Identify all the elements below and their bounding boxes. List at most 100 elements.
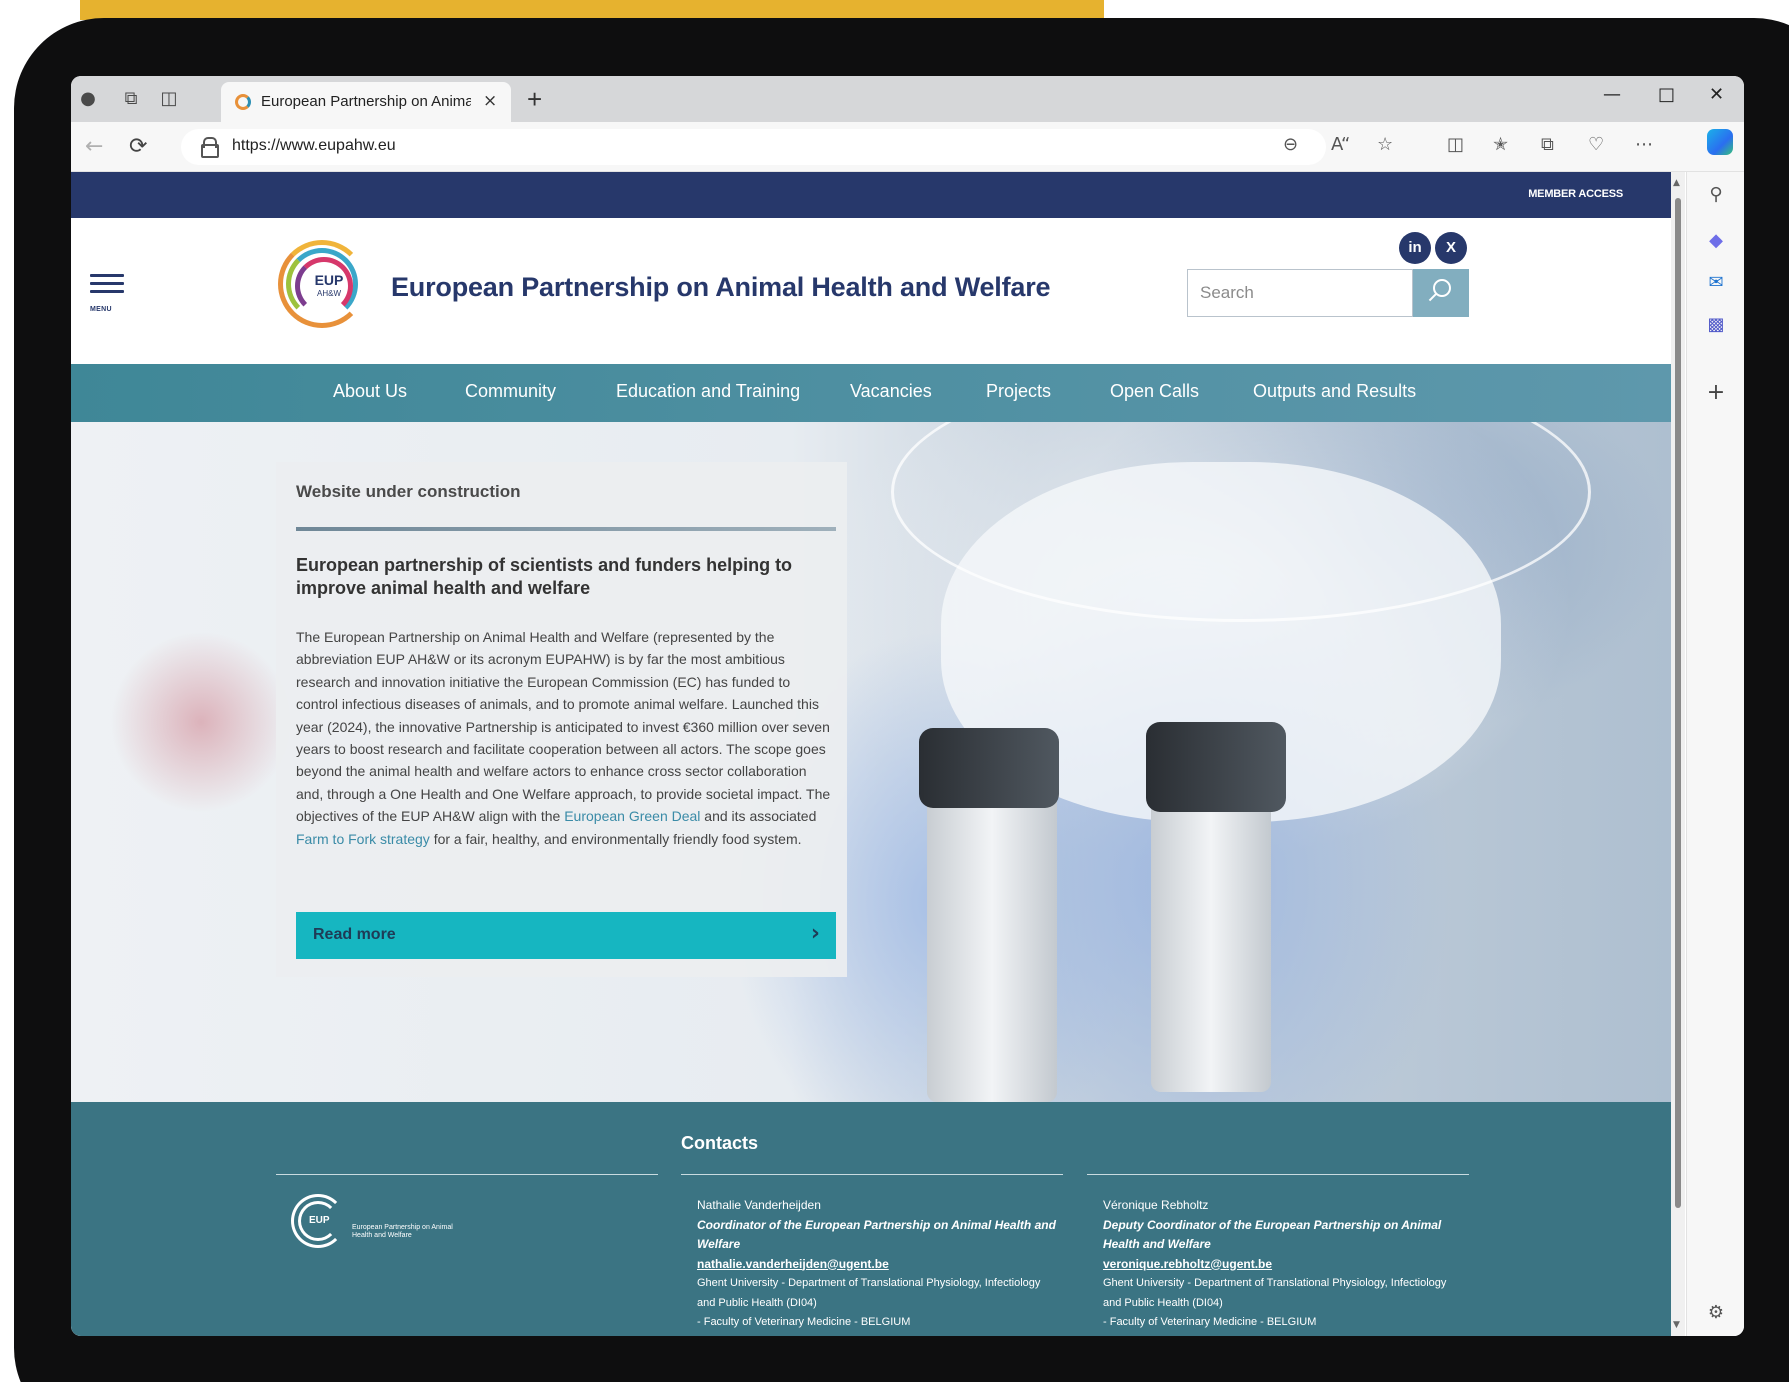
page-scrollbar[interactable]: ▲ ▼ <box>1671 172 1685 1336</box>
x-twitter-icon[interactable]: X <box>1435 232 1467 264</box>
site-title: European Partnership on Animal Health an… <box>391 272 1051 302</box>
page-viewport: MEMBER ACCESS MENU EUP AH&W European Part… <box>71 172 1686 1336</box>
card-title: European partnership of scientists and f… <box>296 555 793 598</box>
site-logo[interactable]: EUP AH&W <box>278 240 366 328</box>
footer-divider <box>276 1174 658 1175</box>
maximize-icon[interactable]: □ <box>1658 84 1675 105</box>
sidebar-settings-icon[interactable]: ⚙ <box>1705 1302 1727 1324</box>
logo-main-text: EUP <box>314 272 344 288</box>
yellow-background-strip <box>80 0 1104 20</box>
minimize-icon[interactable]: — <box>1603 84 1621 105</box>
edge-sidebar: ⚲ ◆ ✉ ▩ + ⚙ <box>1686 172 1744 1336</box>
url-field[interactable]: https://www.eupahw.eu <box>181 129 1326 165</box>
scrollbar-thumb[interactable] <box>1675 198 1681 1208</box>
more-options-icon[interactable]: ⋯ <box>1635 134 1653 155</box>
main-navigation: About Us Community Education and Trainin… <box>71 364 1671 422</box>
hamburger-bar <box>90 282 124 285</box>
read-aloud-icon[interactable]: A“ <box>1331 134 1350 155</box>
zoom-out-icon[interactable]: ⊖ <box>1283 134 1298 155</box>
contact-role: Coordinator of the European Partnership … <box>697 1217 1056 1252</box>
card-body-mid: and its associated <box>700 808 817 825</box>
split-screen-icon[interactable]: ◫ <box>1447 134 1464 155</box>
nav-open-calls[interactable]: Open Calls <box>1110 381 1199 402</box>
contact-name: Nathalie Vanderheijden <box>697 1198 821 1212</box>
scroll-up-arrow-icon[interactable]: ▲ <box>1673 178 1680 188</box>
contact-role: Deputy Coordinator of the European Partn… <box>1103 1217 1442 1252</box>
search-icon <box>1433 279 1451 297</box>
favorites-list-icon[interactable]: ✭ <box>1493 134 1508 155</box>
contact-block-deputy: Véronique Rebholtz Deputy Coordinator of… <box>1103 1196 1463 1333</box>
eyepiece-right-cap <box>1146 722 1286 812</box>
footer-divider <box>681 1174 1063 1175</box>
contact-faculty: - Faculty of Veterinary Medicine - BELGI… <box>697 1316 911 1328</box>
vertical-tabs-icon[interactable]: ◫ <box>157 87 181 111</box>
tab-title: European Partnership on Animal Health an… <box>261 93 471 110</box>
hamburger-bar <box>90 290 124 293</box>
site-favicon-icon <box>235 94 251 110</box>
browser-essentials-icon[interactable]: ♡ <box>1588 134 1604 155</box>
url-text: https://www.eupahw.eu <box>232 137 396 154</box>
add-sidebar-app-icon[interactable]: + <box>1705 382 1727 404</box>
back-arrow-icon[interactable]: ← <box>85 134 103 159</box>
scroll-down-arrow-icon[interactable]: ▼ <box>1673 1320 1680 1330</box>
nav-vacancies[interactable]: Vacancies <box>850 381 932 402</box>
site-footer: Contacts EUP European Partnership on Ani… <box>71 1102 1671 1336</box>
card-divider <box>296 527 836 531</box>
contact-faculty: - Faculty of Veterinary Medicine - BELGI… <box>1103 1316 1317 1328</box>
eyepiece-left-tube <box>927 762 1057 1102</box>
footer-logo[interactable]: EUP <box>291 1194 345 1248</box>
menu-label: MENU <box>90 306 112 313</box>
footer-logo-text: European Partnership on Animal Health an… <box>352 1224 453 1239</box>
new-tab-button[interactable]: + <box>527 84 542 115</box>
european-green-deal-link[interactable]: European Green Deal <box>564 808 700 824</box>
hero-banner: Website under construction European part… <box>71 422 1671 1102</box>
linkedin-icon[interactable]: in <box>1399 232 1431 264</box>
contact-affiliation: Ghent University - Department of Transla… <box>697 1277 1041 1309</box>
site-search-button[interactable] <box>1413 269 1469 317</box>
menu-button[interactable]: MENU <box>90 274 124 316</box>
workspaces-icon[interactable]: ⧉ <box>119 87 143 111</box>
nav-education-and-training[interactable]: Education and Training <box>616 381 800 402</box>
nav-about-us[interactable]: About Us <box>333 381 407 402</box>
nav-outputs-and-results[interactable]: Outputs and Results <box>1253 381 1416 402</box>
sidebar-copilot-icon[interactable]: ◆ <box>1705 230 1727 252</box>
lock-icon[interactable] <box>201 137 219 158</box>
profile-icon[interactable]: ● <box>76 87 100 111</box>
top-utility-bar: MEMBER ACCESS <box>71 172 1671 218</box>
favorite-star-icon[interactable]: ☆ <box>1377 134 1393 155</box>
card-body-intro: The European Partnership on Animal Healt… <box>296 629 831 825</box>
nav-projects[interactable]: Projects <box>986 381 1051 402</box>
contact-email-link[interactable]: nathalie.vanderheijden@ugent.be <box>697 1255 1057 1275</box>
refresh-icon[interactable]: ⟳ <box>129 134 147 159</box>
browser-window: ● ⧉ ◫ European Partnership on Animal Hea… <box>71 76 1744 1336</box>
address-bar: ← ⟳ https://www.eupahw.eu ⊖ A“ ☆ ◫ ✭ ⧉ ♡… <box>71 122 1744 172</box>
site-header: MENU EUP AH&W European Partnership on Ani… <box>71 218 1671 364</box>
outlook-icon[interactable]: ✉ <box>1705 272 1727 294</box>
contact-block-coordinator: Nathalie Vanderheijden Coordinator of th… <box>697 1196 1057 1333</box>
close-tab-icon[interactable]: × <box>483 91 497 111</box>
close-window-icon[interactable]: ✕ <box>1709 84 1724 105</box>
active-tab[interactable]: European Partnership on Animal Health an… <box>221 82 511 122</box>
collections-icon[interactable]: ⧉ <box>1541 134 1554 155</box>
intro-card: Website under construction European part… <box>276 462 847 977</box>
hamburger-icon <box>90 274 124 277</box>
teams-icon[interactable]: ▩ <box>1705 314 1727 336</box>
read-more-label: Read more <box>313 926 396 943</box>
tab-bar: ● ⧉ ◫ European Partnership on Animal Hea… <box>71 76 1744 122</box>
footer-logo-abbrev: EUP <box>309 1215 330 1226</box>
card-body-text: The European Partnership on Animal Healt… <box>296 626 831 850</box>
site-search-input[interactable] <box>1187 269 1413 317</box>
farm-to-fork-link[interactable]: Farm to Fork strategy <box>296 831 430 847</box>
contacts-heading: Contacts <box>681 1133 759 1153</box>
read-more-button[interactable]: Read more › <box>296 912 836 959</box>
chevron-right-icon: › <box>810 921 820 946</box>
contact-email-link[interactable]: veronique.rebholtz@ugent.be <box>1103 1255 1463 1275</box>
copilot-icon[interactable] <box>1707 129 1733 155</box>
sidebar-search-icon[interactable]: ⚲ <box>1705 184 1727 206</box>
member-access-link[interactable]: MEMBER ACCESS <box>1528 188 1623 200</box>
contact-affiliation: Ghent University - Department of Transla… <box>1103 1277 1447 1309</box>
logo-sub-text: AH&W <box>317 289 341 298</box>
nav-community[interactable]: Community <box>465 381 556 402</box>
eyepiece-left-cap <box>919 728 1059 808</box>
footer-divider <box>1087 1174 1469 1175</box>
